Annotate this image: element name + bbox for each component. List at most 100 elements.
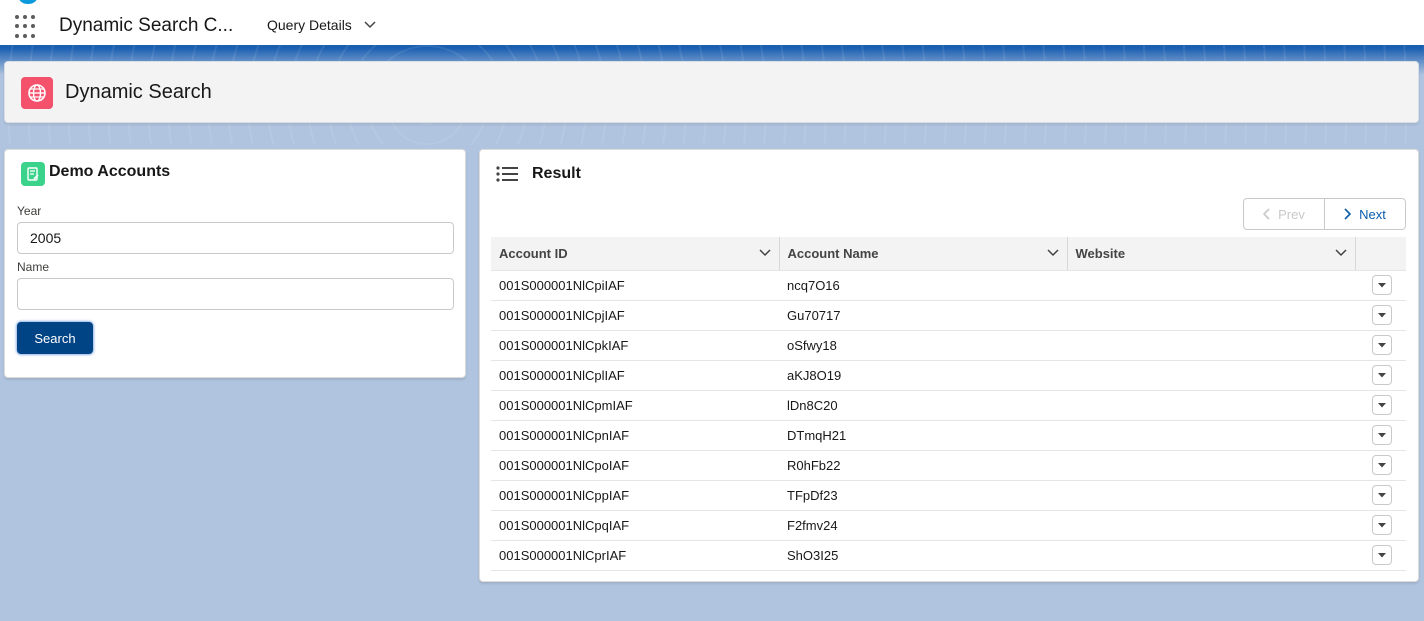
- name-input[interactable]: [17, 278, 454, 310]
- table-row: 001S000001NlCpjIAF Gu70717: [491, 300, 1406, 331]
- cell-website: [1067, 420, 1355, 451]
- year-label: Year: [17, 204, 42, 218]
- chevron-down-icon: [1378, 552, 1386, 557]
- row-action-button[interactable]: [1372, 305, 1392, 325]
- cell-website: [1067, 540, 1355, 571]
- cell-account-id: 001S000001NlCpqIAF: [491, 510, 779, 541]
- cell-actions: [1355, 480, 1406, 511]
- page-header: Dynamic Search: [4, 61, 1419, 123]
- row-action-button[interactable]: [1372, 395, 1392, 415]
- cell-actions: [1355, 540, 1406, 571]
- prev-button[interactable]: Prev: [1244, 199, 1325, 229]
- row-action-button[interactable]: [1372, 455, 1392, 475]
- table-row: 001S000001NlCpoIAF R0hFb22: [491, 450, 1406, 481]
- table-row: 001S000001NlCpqIAF F2fmv24: [491, 510, 1406, 541]
- next-button[interactable]: Next: [1325, 199, 1405, 229]
- list-icon: [496, 166, 518, 182]
- cell-account-name: F2fmv24: [779, 510, 1067, 541]
- app-launcher-icon[interactable]: [15, 15, 39, 39]
- column-header-website[interactable]: Website: [1067, 237, 1356, 271]
- cell-website: [1067, 510, 1355, 541]
- cell-account-name: R0hFb22: [779, 450, 1067, 481]
- chevron-down-icon[interactable]: [758, 249, 771, 257]
- nav-item-label: Query Details: [267, 17, 352, 33]
- cell-actions: [1355, 330, 1406, 361]
- cell-account-name: TFpDf23: [779, 480, 1067, 511]
- chevron-down-icon: [1378, 342, 1386, 347]
- cell-account-id: 001S000001NlCplIAF: [491, 360, 779, 391]
- chevron-down-icon: [1378, 372, 1386, 377]
- chevron-down-icon: [1378, 462, 1386, 467]
- cell-account-name: Gu70717: [779, 300, 1067, 331]
- table-row: 001S000001NlCpkIAF oSfwy18: [491, 330, 1406, 361]
- nav-item-query-details[interactable]: Query Details: [267, 17, 376, 33]
- cell-website: [1067, 450, 1355, 481]
- cell-account-name: oSfwy18: [779, 330, 1067, 361]
- chevron-down-icon: [1378, 492, 1386, 497]
- column-header-account-id[interactable]: Account ID: [491, 237, 780, 271]
- chevron-down-icon: [1378, 312, 1386, 317]
- chevron-down-icon[interactable]: [364, 21, 376, 29]
- cell-account-id: 001S000001NlCpkIAF: [491, 330, 779, 361]
- result-card: Result Prev Next Account ID Account Name…: [479, 149, 1419, 582]
- row-action-button[interactable]: [1372, 365, 1392, 385]
- card-title: Demo Accounts: [49, 163, 171, 180]
- cell-account-id: 001S000001NlCpmIAF: [491, 390, 779, 421]
- cell-website: [1067, 360, 1355, 391]
- cell-account-id: 001S000001NlCppIAF: [491, 480, 779, 511]
- cell-actions: [1355, 450, 1406, 481]
- cell-actions: [1355, 270, 1406, 301]
- column-label: Account Name: [787, 245, 879, 261]
- name-label: Name: [17, 260, 50, 274]
- table-row: 001S000001NlCpmIAF lDn8C20: [491, 390, 1406, 421]
- table-row: 001S000001NlCpiIAF ncq7O16: [491, 270, 1406, 301]
- table-row: 001S000001NlCppIAF TFpDf23: [491, 480, 1406, 511]
- column-header-account-name[interactable]: Account Name: [779, 237, 1068, 271]
- chevron-down-icon: [1378, 282, 1386, 287]
- cell-account-name: DTmqH21: [779, 420, 1067, 451]
- cell-account-id: 001S000001NlCpoIAF: [491, 450, 779, 481]
- table-row: 001S000001NlCprIAF ShO3I25: [491, 540, 1406, 571]
- search-form-card: Demo Accounts Year Name Search: [4, 149, 466, 378]
- chevron-down-icon[interactable]: [1334, 249, 1347, 257]
- global-nav: Dynamic Search C... Query Details: [0, 0, 1424, 45]
- year-input[interactable]: [17, 222, 454, 254]
- cell-website: [1067, 390, 1355, 421]
- row-action-button[interactable]: [1372, 485, 1392, 505]
- chevron-down-icon: [1378, 432, 1386, 437]
- row-action-button[interactable]: [1372, 545, 1392, 565]
- row-action-button[interactable]: [1372, 515, 1392, 535]
- form-icon: [21, 162, 45, 186]
- result-title: Result: [532, 165, 581, 182]
- cell-website: [1067, 330, 1355, 361]
- next-label: Next: [1359, 206, 1386, 222]
- cell-website: [1067, 480, 1355, 511]
- cell-account-name: ncq7O16: [779, 270, 1067, 301]
- cell-account-id: 001S000001NlCpiIAF: [491, 270, 779, 301]
- cell-website: [1067, 300, 1355, 331]
- chevron-down-icon[interactable]: [1046, 249, 1059, 257]
- cell-account-name: ShO3I25: [779, 540, 1067, 571]
- column-label: Website: [1075, 245, 1126, 261]
- pagination: Prev Next: [1243, 198, 1406, 230]
- row-action-button[interactable]: [1372, 275, 1392, 295]
- app-name: Dynamic Search C...: [59, 15, 234, 36]
- salesforce-logo: [19, 0, 37, 4]
- results-table: Account ID Account Name Website 001S0000…: [491, 237, 1406, 571]
- cell-account-id: 001S000001NlCpjIAF: [491, 300, 779, 331]
- cell-actions: [1355, 360, 1406, 391]
- cell-actions: [1355, 390, 1406, 421]
- chevron-down-icon: [1378, 402, 1386, 407]
- table-row: 001S000001NlCpnIAF DTmqH21: [491, 420, 1406, 451]
- row-action-button[interactable]: [1372, 335, 1392, 355]
- column-label: Account ID: [499, 245, 568, 261]
- cell-account-id: 001S000001NlCpnIAF: [491, 420, 779, 451]
- cell-website: [1067, 270, 1355, 301]
- row-action-button[interactable]: [1372, 425, 1392, 445]
- page-title: Dynamic Search: [65, 81, 212, 103]
- cell-account-name: lDn8C20: [779, 390, 1067, 421]
- chevron-left-icon: [1263, 208, 1270, 220]
- search-button[interactable]: Search: [17, 322, 93, 354]
- column-header-actions: [1355, 237, 1406, 271]
- cell-account-name: aKJ8O19: [779, 360, 1067, 391]
